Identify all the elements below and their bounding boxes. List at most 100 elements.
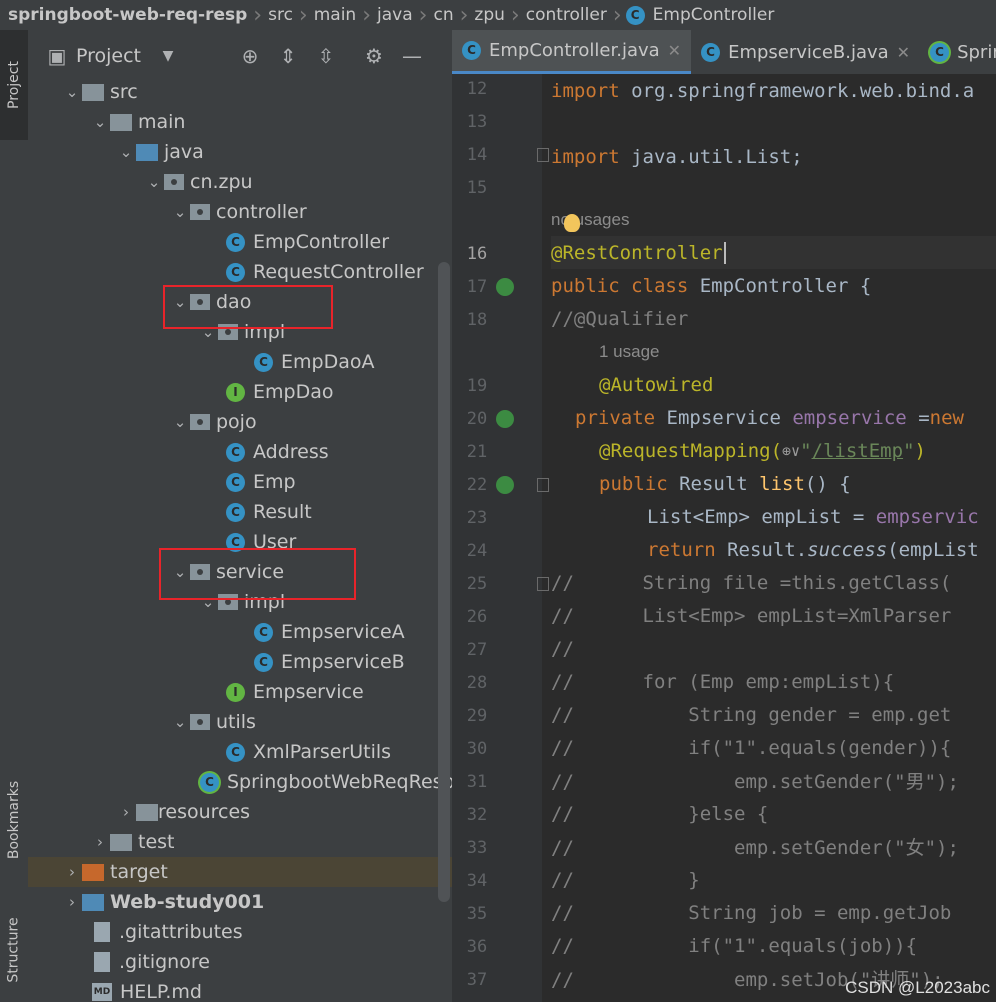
- excluded-folder-icon: [82, 863, 104, 881]
- tab-label: Sprin: [957, 41, 996, 63]
- expanded-arrow-icon[interactable]: ⌄: [62, 83, 82, 101]
- tree-item-target[interactable]: › target: [28, 857, 452, 887]
- tree-item-utils[interactable]: ⌄ utils: [170, 707, 256, 737]
- highlight-box-service: [159, 548, 356, 600]
- breadcrumb-src[interactable]: src: [262, 5, 299, 25]
- line-number: 14: [466, 145, 488, 165]
- tree-item-empdaoa[interactable]: C EmpDaoA: [254, 347, 374, 377]
- tab-springboot[interactable]: C Sprin: [920, 30, 996, 74]
- code-editor[interactable]: 12 13 14 15 16 17 18 19 20 21 22 23 24 2…: [452, 74, 996, 1002]
- line-number: 24: [466, 541, 488, 561]
- tree-item-cn-zpu[interactable]: ⌄ cn.zpu: [144, 167, 253, 197]
- dropdown-icon[interactable]: ▼: [157, 45, 179, 67]
- web-endpoint-gutter-icon[interactable]: [496, 476, 514, 494]
- breadcrumb-zpu[interactable]: zpu: [468, 5, 511, 25]
- tree-item-emp[interactable]: C Emp: [226, 467, 296, 497]
- tree-item-controller[interactable]: ⌄ controller: [170, 197, 307, 227]
- breadcrumb-controller[interactable]: controller: [520, 5, 613, 25]
- tree-item-label: EmpDaoA: [281, 351, 375, 373]
- structure-tool-tab[interactable]: Structure: [0, 900, 28, 1000]
- close-icon[interactable]: ✕: [897, 43, 910, 62]
- tree-item-help-md[interactable]: MD HELP.md: [92, 977, 202, 1002]
- code-token: success: [807, 538, 888, 561]
- fold-icon[interactable]: [537, 577, 549, 591]
- tree-item-result[interactable]: C Result: [226, 497, 312, 527]
- expanded-arrow-icon[interactable]: ⌄: [170, 203, 190, 221]
- breadcrumb-main[interactable]: main: [308, 5, 362, 25]
- line-number: 18: [466, 310, 488, 330]
- tree-scrollbar[interactable]: [438, 262, 450, 902]
- project-panel-title[interactable]: Project: [76, 45, 141, 67]
- tree-item-gitattributes[interactable]: .gitattributes: [94, 917, 243, 947]
- collapsed-arrow-icon[interactable]: ›: [116, 803, 136, 821]
- markdown-file-icon: MD: [92, 983, 112, 1001]
- tree-item-web-study001[interactable]: › Web-study001: [62, 887, 264, 917]
- expand-all-icon[interactable]: ⇕: [277, 45, 299, 67]
- tab-empserviceb[interactable]: C EmpserviceB.java ✕: [691, 30, 920, 74]
- chevron-right-icon: ›: [418, 2, 428, 28]
- tree-item-pojo[interactable]: ⌄ pojo: [170, 407, 257, 437]
- expanded-arrow-icon[interactable]: ⌄: [144, 173, 164, 191]
- fold-icon[interactable]: [537, 148, 549, 162]
- spring-bean-gutter-icon[interactable]: [496, 278, 514, 296]
- usages-hint[interactable]: 1 usage: [599, 342, 660, 362]
- tree-item-springbootwebreqrespa[interactable]: C SpringbootWebReqRespA: [200, 767, 452, 797]
- expanded-arrow-icon[interactable]: ⌄: [170, 413, 190, 431]
- code-line-29: // String gender = emp.get: [551, 703, 952, 726]
- project-tool-tab[interactable]: Project: [0, 30, 28, 140]
- locate-icon[interactable]: ⊕: [239, 45, 261, 67]
- tree-item-xmlparserutils[interactable]: C XmlParserUtils: [226, 737, 391, 767]
- breadcrumb-project[interactable]: springboot-web-req-resp: [0, 5, 253, 25]
- tree-item-java[interactable]: ⌄ java: [116, 137, 204, 167]
- autowired-navigate-gutter-icon[interactable]: [496, 410, 514, 428]
- breadcrumb-java[interactable]: java: [371, 5, 419, 25]
- tree-item-empcontroller[interactable]: C EmpController: [226, 227, 389, 257]
- breadcrumb-empcontroller[interactable]: EmpController: [653, 5, 781, 25]
- tree-item-empserviceb[interactable]: C EmpserviceB: [254, 647, 405, 677]
- class-icon: C: [226, 262, 245, 282]
- collapsed-arrow-icon[interactable]: ›: [62, 863, 82, 881]
- code-line-23: List<Emp> empList = empservic: [647, 500, 979, 533]
- minimize-icon[interactable]: —: [401, 45, 423, 67]
- expanded-arrow-icon[interactable]: ⌄: [116, 143, 136, 161]
- tree-item-empservicea[interactable]: C EmpserviceA: [254, 617, 405, 647]
- tree-item-main[interactable]: ⌄ main: [90, 107, 186, 137]
- expanded-arrow-icon[interactable]: ⌄: [90, 113, 110, 131]
- usages-hint[interactable]: no usages: [551, 210, 629, 230]
- lightbulb-icon[interactable]: [564, 214, 580, 232]
- tree-item-requestcontroller[interactable]: C RequestController: [226, 257, 424, 287]
- project-panel-header: ▣ Project ▼ ⊕ ⇕ ⇳ ⚙ —: [28, 30, 452, 82]
- code-token: () {: [804, 472, 851, 495]
- code-token: @RequestMapping(: [599, 439, 783, 462]
- code-token[interactable]: /listEmp: [812, 440, 904, 462]
- expanded-arrow-icon[interactable]: ⌄: [170, 713, 190, 731]
- tree-item-label: pojo: [216, 411, 257, 433]
- tree-item-empdao[interactable]: I EmpDao: [226, 377, 333, 407]
- tree-item-test[interactable]: › test: [90, 827, 175, 857]
- tree-item-address[interactable]: C Address: [226, 437, 329, 467]
- fold-icon[interactable]: [537, 478, 549, 492]
- gear-icon[interactable]: ⚙: [363, 45, 385, 67]
- code-line-14: import java.util.List;: [551, 140, 803, 173]
- collapsed-arrow-icon[interactable]: ›: [90, 833, 110, 851]
- tree-item-src[interactable]: ⌄ src: [62, 77, 138, 107]
- tree-item-resources[interactable]: › resources: [116, 797, 250, 827]
- collapse-all-icon[interactable]: ⇳: [315, 45, 337, 67]
- code-token: ): [914, 439, 926, 462]
- tree-item-gitignore[interactable]: .gitignore: [94, 947, 210, 977]
- code-token: ": [800, 439, 812, 462]
- text-caret: [723, 241, 726, 264]
- interface-icon: I: [226, 382, 245, 402]
- code-token: import: [551, 145, 620, 168]
- close-icon[interactable]: ✕: [668, 41, 681, 60]
- code-token: org.springframework.web.bind.a: [619, 79, 975, 102]
- collapsed-arrow-icon[interactable]: ›: [62, 893, 82, 911]
- tree-item-label: HELP.md: [120, 981, 202, 1002]
- globe-icon[interactable]: ⊕∨: [782, 442, 800, 460]
- breadcrumb-cn[interactable]: cn: [427, 5, 459, 25]
- bookmarks-tool-tab[interactable]: Bookmarks: [0, 750, 28, 890]
- code-line-22: public Result list() {: [599, 467, 851, 500]
- tree-item-empservice[interactable]: I Empservice: [226, 677, 364, 707]
- tab-empcontroller[interactable]: C EmpController.java ✕: [452, 30, 692, 74]
- code-token: Empservice: [655, 406, 793, 429]
